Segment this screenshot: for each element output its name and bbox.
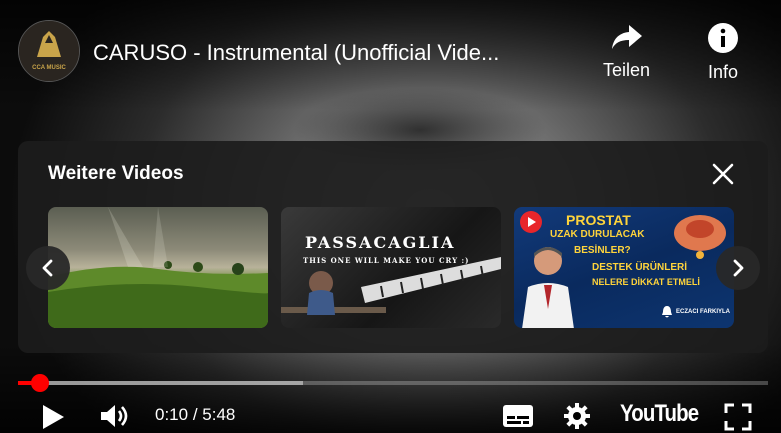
share-label: Teilen — [603, 60, 651, 80]
thumbnail-3-line-1: PROSTAT — [566, 212, 631, 228]
volume-icon — [101, 405, 128, 427]
mute-button[interactable] — [99, 402, 133, 433]
channel-avatar[interactable]: CCA MUSIC — [18, 20, 80, 82]
thumbnail-3-line-4: DESTEK ÜRÜNLERİ — [592, 262, 688, 273]
settings-button[interactable] — [563, 402, 591, 433]
gear-icon — [564, 403, 590, 429]
more-videos-panel: Weitere Videos PASSACAGLIA THIS ONE WILL… — [18, 141, 768, 353]
info-button[interactable]: Info — [707, 22, 739, 83]
youtube-logo-link[interactable]: YouTube — [620, 400, 699, 428]
previous-videos-button[interactable] — [26, 246, 70, 290]
time-separator: / — [188, 405, 203, 424]
subtitles-icon — [503, 405, 533, 427]
duration: 5:48 — [202, 405, 236, 424]
close-panel-button[interactable] — [710, 161, 736, 187]
thumbnail-3-line-5: NELERE DİKKAT ETMELİ — [592, 277, 700, 287]
play-badge-icon — [520, 211, 542, 233]
chevron-left-icon — [42, 259, 53, 277]
play-button[interactable] — [40, 403, 66, 433]
bell-icon — [662, 306, 672, 318]
video-thumbnail-2[interactable]: PASSACAGLIA THIS ONE WILL MAKE YOU CRY :… — [281, 207, 501, 328]
scrubber-handle[interactable] — [31, 374, 49, 392]
thumbnail-3-line-6: ECZACI FARKIYLA — [676, 309, 730, 315]
chevron-right-icon — [733, 259, 744, 277]
fullscreen-icon — [724, 403, 752, 431]
close-icon — [712, 163, 734, 185]
video-thumbnail-3[interactable]: PROSTAT UZAK DURULACAK BESİNLER? DESTEK … — [514, 207, 734, 328]
buffered-bar — [18, 381, 303, 385]
play-icon — [43, 405, 64, 429]
more-videos-heading: Weitere Videos — [48, 163, 184, 184]
share-icon — [611, 25, 642, 49]
info-label: Info — [707, 62, 739, 82]
video-player[interactable]: CCA MUSIC CARUSO - Instrumental (Unoffic… — [0, 0, 781, 433]
video-title[interactable]: CARUSO - Instrumental (Unofficial Vide..… — [93, 40, 499, 66]
current-time: 0:10 — [155, 405, 189, 424]
video-thumbnail-1[interactable] — [48, 207, 268, 328]
fullscreen-button[interactable] — [724, 403, 752, 433]
time-display: 0:10 / 5:48 — [155, 405, 235, 425]
landscape-thumbnail-icon — [48, 207, 268, 328]
info-icon — [708, 23, 738, 53]
piano-figure-icon — [281, 257, 501, 315]
next-videos-button[interactable] — [716, 246, 760, 290]
share-button[interactable]: Teilen — [603, 22, 650, 81]
thumbnail-3-line-3: BESİNLER? — [574, 245, 631, 256]
channel-logo-text: CCA MUSIC — [32, 65, 66, 71]
subtitles-button[interactable] — [502, 403, 534, 433]
doctor-portrait-icon — [522, 247, 574, 328]
